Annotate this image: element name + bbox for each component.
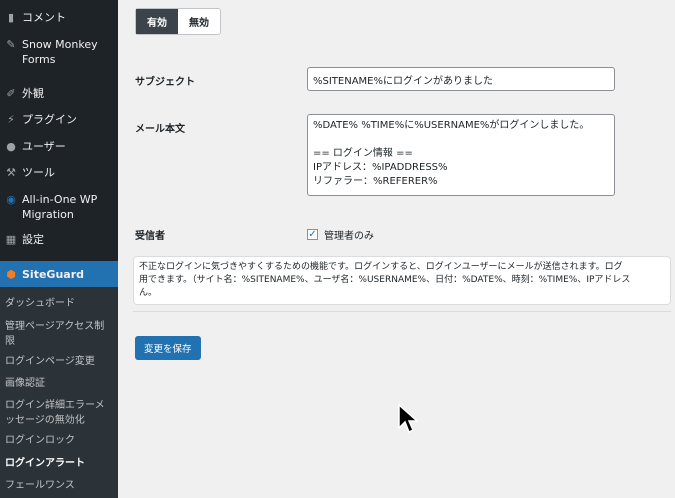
description-box: 不正なログインに気づきやすくするための機能です。ログインすると、ログインユーザー… (133, 256, 671, 305)
submenu-login-lock[interactable]: ログインロック (5, 433, 115, 448)
toggle-enable[interactable]: 有効 (136, 9, 178, 34)
submenu-error-msg[interactable]: ログイン詳細エラーメ ッセージの無効化 (5, 398, 115, 428)
pin-icon: ✎ (6, 38, 16, 51)
migration-icon: ◉ (6, 193, 16, 206)
plugin-icon: ⚡ (7, 113, 15, 126)
menu-snow-monkey-forms[interactable]: ✎ Snow Monkey Forms (0, 37, 118, 67)
lower-section: 不正なログインに気づきやすくするための機能です。ログインすると、ログインユーザー… (133, 256, 671, 360)
submenu-dashboard[interactable]: ダッシュボード (5, 296, 115, 311)
menu-tools[interactable]: ⚒ ツール (0, 165, 118, 180)
submenu-login-alert[interactable]: ログインアラート (5, 456, 115, 471)
checkbox-checked-icon[interactable]: ✓ (307, 229, 318, 240)
save-button[interactable]: 変更を保存 (135, 336, 201, 360)
body-label: メール本文 (135, 124, 185, 135)
siteguard-submenu: ダッシュボード 管理ページアクセス制 限 ログインページ変更 画像認証 ログイン… (0, 287, 118, 498)
subject-input[interactable]: %SITENAME%にログインがありました (307, 67, 615, 91)
settings-icon: ▦ (5, 233, 17, 246)
menu-comments[interactable]: ▮ コメント (0, 10, 118, 25)
siteguard-shield-icon: ⬢ (6, 267, 16, 281)
recipient-label: 受信者 (135, 231, 165, 242)
enable-toggle: 有効 無効 (135, 8, 221, 35)
body-textarea[interactable]: %DATE% %TIME%に%USERNAME%がログインしました。 == ログ… (307, 114, 615, 196)
comment-icon: ▮ (7, 11, 15, 24)
mouse-cursor-icon (398, 404, 418, 434)
submenu-login-page[interactable]: ログインページ変更 (5, 354, 115, 369)
brush-icon: ✐ (6, 87, 16, 100)
admin-sidebar: ▮ コメント ✎ Snow Monkey Forms ✐ 外観 ⚡ プラグイン ● ユーザ… (0, 0, 118, 498)
menu-appearance[interactable]: ✐ 外観 (0, 86, 118, 101)
main-content: 有効 無効 サブジェクト %SITENAME%にログインがありました メール本文… (118, 0, 675, 498)
submenu-captcha[interactable]: 画像認証 (5, 376, 115, 391)
subject-label: サブジェクト (135, 77, 195, 88)
divider (133, 311, 671, 312)
toggle-disable[interactable]: 無効 (178, 9, 220, 34)
admin-only-checkbox[interactable]: ✓ 管理者のみ (307, 227, 374, 242)
user-icon: ● (6, 140, 16, 153)
menu-users[interactable]: ● ユーザー (0, 139, 118, 154)
wrench-icon: ⚒ (6, 166, 16, 179)
submenu-admin-access[interactable]: 管理ページアクセス制 限 (5, 319, 115, 349)
menu-migration[interactable]: ◉ All-in-One WP Migration (0, 192, 118, 222)
menu-settings[interactable]: ▦ 設定 (0, 232, 118, 247)
menu-plugins[interactable]: ⚡ プラグイン (0, 112, 118, 127)
menu-siteguard[interactable]: ⬢ SiteGuard (0, 261, 118, 287)
submenu-fail-once[interactable]: フェールワンス (5, 478, 115, 493)
